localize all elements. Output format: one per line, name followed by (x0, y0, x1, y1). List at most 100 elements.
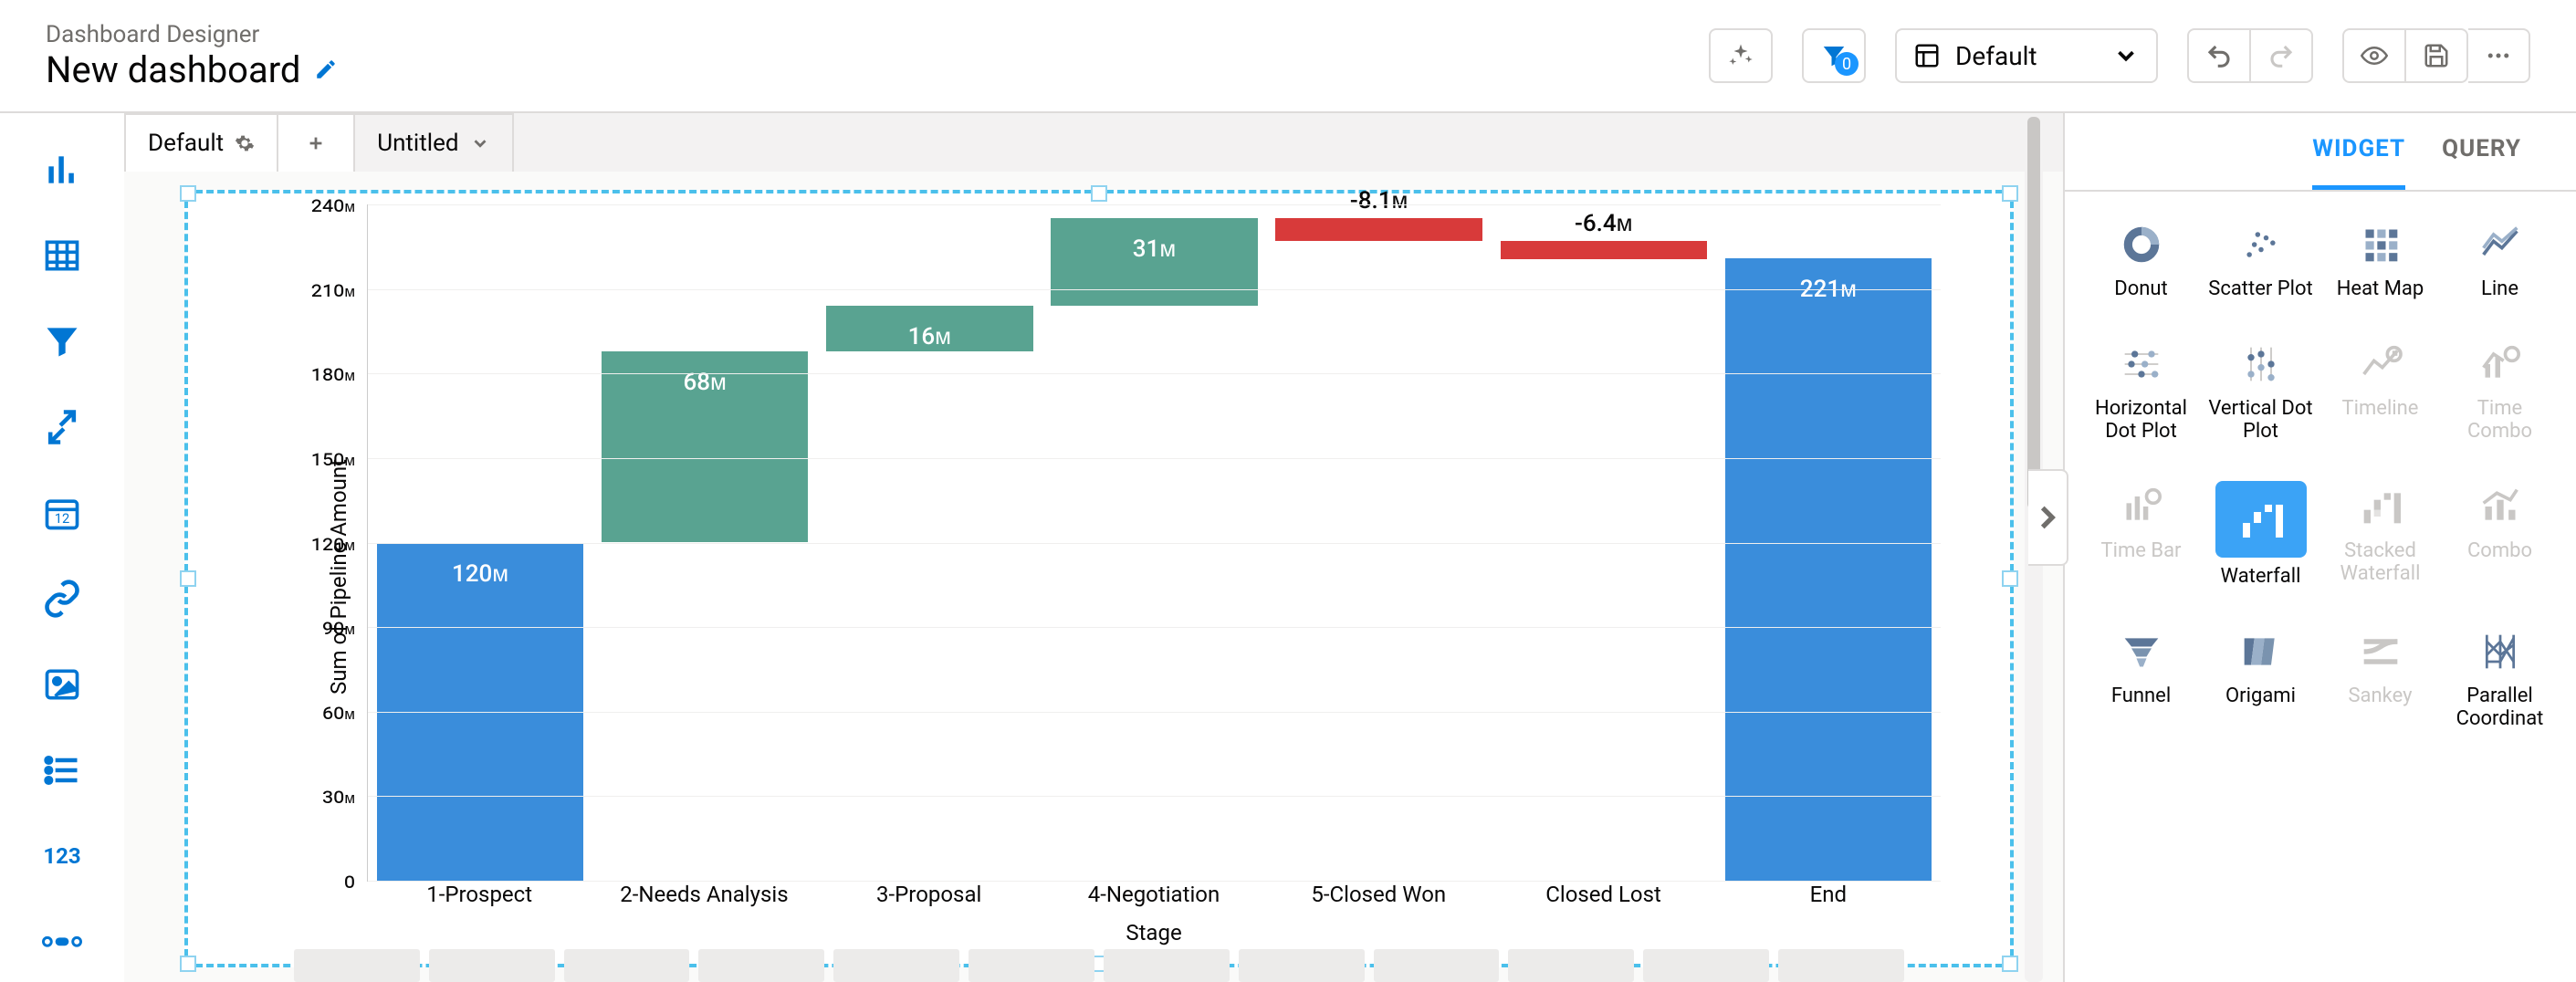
tab-widget[interactable]: WIDGET (2312, 135, 2405, 190)
tab-query[interactable]: QUERY (2442, 135, 2521, 190)
breadcrumb: Dashboard Designer (46, 21, 338, 48)
save-button[interactable] (2406, 28, 2468, 83)
x-tick: 3-Proposal (817, 882, 1042, 918)
charttype-parallel[interactable]: Parallel Coordinat (2444, 626, 2556, 730)
chart: Sum of Pipeline Amount 120ᴍ68ᴍ16ᴍ31ᴍ-8.1… (239, 204, 1959, 949)
charttype-scatter[interactable]: Scatter Plot (2204, 219, 2317, 300)
save-icon (2423, 42, 2450, 69)
left-rail: 12 123 (0, 113, 124, 982)
bar-label: 68ᴍ (602, 368, 808, 396)
bar-label: 120ᴍ (377, 559, 583, 588)
charttype-line[interactable]: Line (2444, 219, 2556, 300)
y-tick: 90ᴍ (322, 614, 368, 640)
charttype-hdot[interactable]: Horizontal Dot Plot (2085, 339, 2197, 443)
chevron-down-icon (2112, 42, 2140, 69)
x-tick: Closed Lost (1491, 882, 1715, 918)
bar-label: -8.1ᴍ (1275, 186, 1482, 218)
preview-button[interactable] (2342, 28, 2406, 83)
tab-default[interactable]: Default (124, 113, 278, 172)
chevron-right-icon (2028, 498, 2067, 537)
x-axis-label: Stage (367, 920, 1941, 945)
y-tick: 240ᴍ (311, 192, 368, 217)
y-tick: 0 (344, 868, 368, 893)
charttype-funnel[interactable]: Funnel (2085, 626, 2197, 730)
redo-button[interactable] (2251, 28, 2313, 83)
y-tick: 180ᴍ (311, 360, 368, 386)
rail-chart-icon[interactable] (42, 150, 82, 190)
rail-toggle-icon[interactable] (42, 922, 82, 962)
canvas-wrap: Default Untitled (124, 113, 2065, 982)
topbar: Dashboard Designer New dashboard 0 Defau… (0, 0, 2576, 113)
resize-handle[interactable] (180, 185, 196, 202)
x-axis: 1-Prospect2-Needs Analysis3-Proposal4-Ne… (367, 882, 1941, 918)
resize-handle[interactable] (2002, 185, 2018, 202)
resize-handle[interactable] (180, 570, 196, 587)
undo-button[interactable] (2187, 28, 2251, 83)
rail-date-icon[interactable]: 12 (42, 493, 82, 533)
undo-icon (2205, 42, 2233, 69)
charttype-donut[interactable]: Donut (2085, 219, 2197, 300)
redo-icon (2267, 42, 2295, 69)
widget-canvas[interactable]: Sum of Pipeline Amount 120ᴍ68ᴍ16ᴍ31ᴍ-8.1… (184, 190, 2014, 967)
x-tick: 1-Prospect (367, 882, 592, 918)
charttype-combo[interactable]: Combo (2444, 481, 2556, 588)
plus-icon (306, 133, 326, 153)
y-tick: 30ᴍ (322, 783, 368, 809)
rail-number-icon[interactable]: 123 (42, 836, 82, 876)
layout-select[interactable]: Default (1895, 28, 2158, 83)
scrollbar-thumb[interactable] (2027, 117, 2040, 509)
y-tick: 210ᴍ (311, 277, 368, 302)
charttype-sankey[interactable]: Sankey (2324, 626, 2436, 730)
y-tick: 60ᴍ (322, 699, 368, 725)
bar-label: 16ᴍ (826, 322, 1032, 350)
charttype-heatmap[interactable]: Heat Map (2324, 219, 2436, 300)
waterfall-bar[interactable]: 31ᴍ (1051, 218, 1257, 306)
rail-table-icon[interactable] (42, 235, 82, 276)
rail-filter-icon[interactable] (42, 321, 82, 361)
resize-handle[interactable] (2002, 570, 2018, 587)
rail-container-icon[interactable] (42, 407, 82, 447)
chart-type-grid: Donut Scatter Plot Heat Map Line Horizon… (2065, 192, 2576, 757)
more-button[interactable] (2468, 28, 2530, 83)
rail-image-icon[interactable] (42, 664, 82, 705)
rail-link-icon[interactable] (42, 579, 82, 619)
charttype-waterfall[interactable]: Waterfall (2204, 481, 2317, 588)
layout-label: Default (1955, 41, 2037, 71)
charttype-timecombo[interactable]: Time Combo (2444, 339, 2556, 443)
right-panel: WIDGET QUERY Donut Scatter Plot Heat Map… (2065, 113, 2576, 982)
tab-default-label: Default (148, 130, 224, 157)
gear-icon[interactable] (235, 133, 255, 153)
waterfall-bar[interactable]: 221ᴍ (1725, 258, 1932, 881)
x-tick: 2-Needs Analysis (592, 882, 816, 918)
charttype-timeline[interactable]: Timeline (2324, 339, 2436, 443)
charttype-origami[interactable]: Origami (2204, 626, 2317, 730)
waterfall-bar[interactable]: -6.4ᴍ (1501, 241, 1707, 259)
tab-untitled[interactable]: Untitled (355, 113, 513, 172)
waterfall-bar[interactable]: 68ᴍ (602, 351, 808, 543)
waterfall-bar[interactable]: -8.1ᴍ (1275, 218, 1482, 241)
x-tick: 4-Negotiation (1042, 882, 1266, 918)
layout-icon (1913, 42, 1941, 69)
page-title: New dashboard (46, 48, 301, 91)
page-tabs: Default Untitled (124, 113, 2063, 172)
filter-button[interactable]: 0 (1802, 28, 1866, 83)
charttype-timebar[interactable]: Time Bar (2085, 481, 2197, 588)
expand-panel-button[interactable] (2028, 469, 2068, 566)
y-tick: 150ᴍ (311, 445, 368, 471)
charttype-stackedwf[interactable]: Stacked Waterfall (2324, 481, 2436, 588)
sparkle-button[interactable] (1709, 28, 1773, 83)
filter-badge: 0 (1835, 52, 1859, 76)
edit-title-icon[interactable] (314, 57, 338, 81)
chevron-down-icon[interactable] (470, 133, 490, 153)
grid-guides (184, 949, 2014, 982)
rail-list-icon[interactable] (42, 750, 82, 790)
bar-label: -6.4ᴍ (1501, 209, 1707, 241)
tab-add[interactable] (278, 113, 355, 172)
resize-handle[interactable] (1091, 185, 1107, 202)
y-tick: 120ᴍ (311, 530, 368, 556)
tab-untitled-label: Untitled (377, 130, 458, 157)
charttype-vdot[interactable]: Vertical Dot Plot (2204, 339, 2317, 443)
bar-label: 31ᴍ (1051, 235, 1257, 263)
sparkle-icon (1727, 42, 1754, 69)
waterfall-bar[interactable]: 16ᴍ (826, 306, 1032, 350)
